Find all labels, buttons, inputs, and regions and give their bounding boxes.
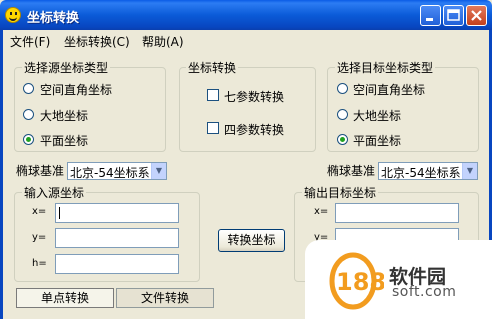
window-title: 坐标转换: [27, 11, 80, 26]
input-h-field[interactable]: [55, 254, 179, 274]
source-ellipsoid-label: 椭球基准: [16, 164, 65, 178]
source-label-plane: 平面坐标: [40, 134, 89, 148]
output-coords-title: 输出目标坐标: [302, 184, 379, 201]
maximize-icon: [447, 9, 460, 21]
seven-param-checkbox[interactable]: [207, 89, 219, 101]
menu-help[interactable]: 帮助(A): [142, 33, 184, 50]
minimize-icon: [426, 18, 433, 21]
close-icon: [471, 10, 482, 21]
target-radio-plane[interactable]: [337, 134, 348, 145]
input-y-field[interactable]: [55, 228, 179, 248]
watermark-logo: 188: [329, 252, 384, 310]
target-label-cartesian: 空间直角坐标: [353, 83, 426, 97]
source-ellipsoid-value: 北京-54坐标系: [70, 166, 150, 180]
target-ellipsoid-label: 椭球基准: [327, 164, 376, 178]
window-border-left: [0, 30, 3, 319]
four-param-checkbox[interactable]: [207, 122, 219, 134]
input-coords-title: 输入源坐标: [22, 184, 87, 201]
target-label-geodetic: 大地坐标: [353, 109, 402, 123]
chevron-down-icon[interactable]: ▼: [462, 163, 477, 179]
menu-coordinate-convert[interactable]: 坐标转换(C): [64, 33, 130, 50]
source-type-group: [14, 67, 166, 152]
input-h-label: h=: [32, 258, 47, 269]
minimize-button[interactable]: [420, 5, 441, 26]
source-label-geodetic: 大地坐标: [40, 109, 89, 123]
transform-group: [179, 67, 316, 152]
source-radio-cartesian[interactable]: [23, 83, 34, 94]
output-x-field[interactable]: [335, 203, 459, 223]
tab-file[interactable]: 文件转换: [116, 288, 214, 308]
target-label-plane: 平面坐标: [353, 134, 402, 148]
output-x-label: x=: [314, 206, 329, 217]
smiley-icon: [5, 7, 21, 23]
convert-button[interactable]: 转换坐标: [218, 229, 285, 252]
watermark-domain: soft.com: [392, 284, 457, 300]
input-x-field[interactable]: [55, 203, 179, 223]
maximize-button[interactable]: [443, 5, 464, 26]
source-radio-plane[interactable]: [23, 134, 34, 145]
target-type-group: [327, 67, 479, 152]
chevron-down-icon[interactable]: ▼: [151, 163, 166, 179]
source-type-title: 选择源坐标类型: [22, 59, 111, 76]
four-param-label: 四参数转换: [224, 123, 285, 137]
watermark-logo-text: 188: [336, 268, 384, 296]
close-button[interactable]: [466, 5, 487, 26]
source-label-cartesian: 空间直角坐标: [40, 83, 113, 97]
source-radio-geodetic[interactable]: [23, 109, 34, 120]
input-y-label: y=: [32, 232, 47, 243]
transform-title: 坐标转换: [186, 59, 239, 76]
input-x-label: x=: [32, 206, 47, 217]
seven-param-label: 七参数转换: [224, 90, 285, 104]
target-radio-cartesian[interactable]: [337, 83, 348, 94]
target-ellipsoid-value: 北京-54坐标系: [381, 166, 461, 180]
menu-file[interactable]: 文件(F): [10, 33, 50, 50]
tab-single-point[interactable]: 单点转换: [16, 288, 114, 308]
target-radio-geodetic[interactable]: [337, 109, 348, 120]
target-type-title: 选择目标坐标类型: [335, 59, 436, 76]
